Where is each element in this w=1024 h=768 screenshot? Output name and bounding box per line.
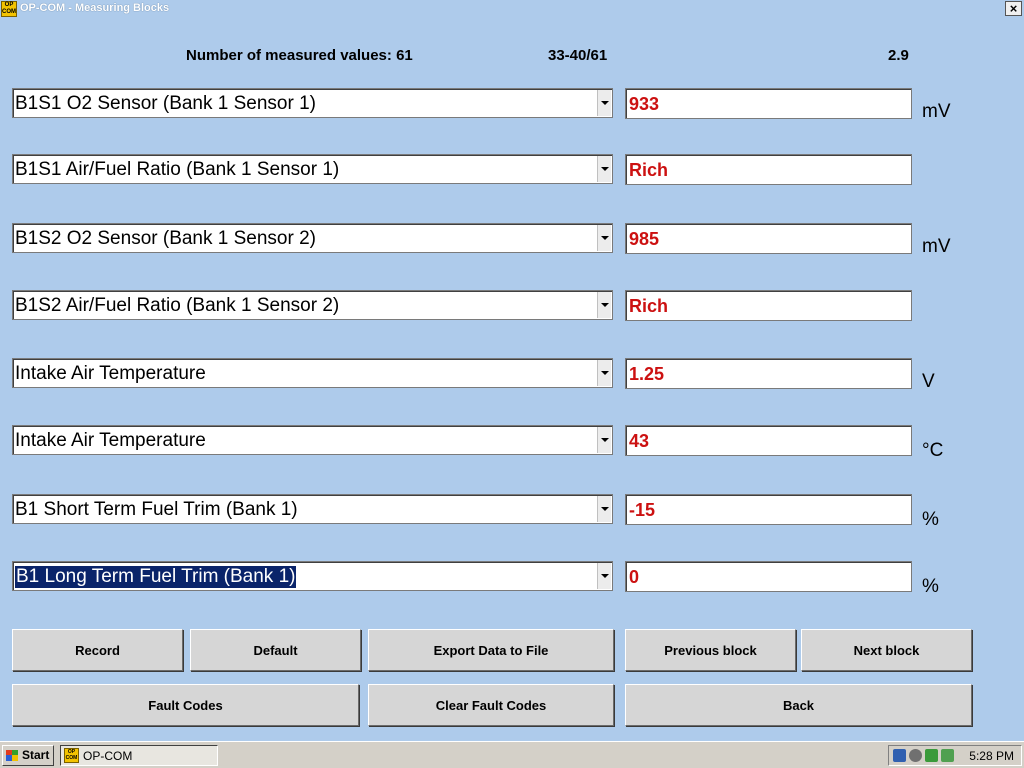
measured-value: Rich	[629, 296, 669, 316]
measuring-block-select-label: B1S2 Air/Fuel Ratio (Bank 1 Sensor 2)	[15, 295, 340, 316]
measuring-block-select-7[interactable]: B1 Short Term Fuel Trim (Bank 1)	[12, 494, 613, 524]
windows-logo-icon	[6, 750, 18, 761]
measured-value: Rich	[629, 160, 669, 180]
measuring-block-select-1[interactable]: B1S1 O2 Sensor (Bank 1 Sensor 1)	[12, 88, 613, 118]
measuring-block-select-8[interactable]: B1 Long Term Fuel Trim (Bank 1)	[12, 561, 613, 591]
dropdown-arrow-icon[interactable]	[597, 496, 611, 522]
measuring-block-select-3[interactable]: B1S2 O2 Sensor (Bank 1 Sensor 2)	[12, 223, 613, 253]
taskbar: Start OP COM OP-COM 5:28 PM	[0, 741, 1024, 768]
clear-fault-codes-button[interactable]: Clear Fault Codes	[368, 684, 614, 726]
close-window-button[interactable]: ×	[1005, 1, 1022, 16]
op-com-app-icon: OP COM	[1, 1, 17, 17]
measuring-block-select-label: B1 Long Term Fuel Trim (Bank 1)	[15, 566, 297, 588]
measured-value-field-4: Rich	[625, 290, 912, 321]
measured-value-field-1: 933	[625, 88, 912, 119]
measuring-block-select-label: B1S1 O2 Sensor (Bank 1 Sensor 1)	[15, 93, 316, 114]
network-icon[interactable]	[893, 749, 906, 762]
measured-unit-1: mV	[922, 101, 951, 122]
fault-codes-button[interactable]: Fault Codes	[12, 684, 359, 726]
taskbar-item-label: OP-COM	[83, 749, 133, 763]
dropdown-arrow-icon[interactable]	[597, 156, 611, 182]
measuring-block-select-2[interactable]: B1S1 Air/Fuel Ratio (Bank 1 Sensor 1)	[12, 154, 613, 184]
measured-value: 985	[629, 229, 660, 249]
measured-value: 43	[629, 431, 650, 451]
dropdown-arrow-icon[interactable]	[597, 563, 611, 589]
taskbar-item-op-com[interactable]: OP COM OP-COM	[60, 745, 218, 766]
export-data-button[interactable]: Export Data to File	[368, 629, 614, 671]
dropdown-arrow-icon[interactable]	[597, 360, 611, 386]
dropdown-arrow-icon[interactable]	[597, 225, 611, 251]
measured-value: 0	[629, 567, 640, 587]
dropdown-arrow-icon[interactable]	[597, 427, 611, 453]
measuring-block-select-label: Intake Air Temperature	[15, 363, 206, 384]
measured-value-field-7: -15	[625, 494, 912, 525]
dropdown-arrow-icon[interactable]	[597, 292, 611, 318]
start-button[interactable]: Start	[2, 745, 54, 766]
measuring-block-select-6[interactable]: Intake Air Temperature	[12, 425, 613, 455]
measured-values-count: Number of measured values: 61	[186, 47, 413, 64]
measured-unit-8: %	[922, 576, 939, 597]
default-button[interactable]: Default	[190, 629, 361, 671]
measured-unit-5: V	[922, 371, 935, 392]
version-number: 2.9	[888, 47, 909, 64]
measuring-block-select-label: Intake Air Temperature	[15, 430, 206, 451]
usb-icon[interactable]	[941, 749, 954, 762]
measured-value-field-6: 43	[625, 425, 912, 456]
op-com-app-icon: OP COM	[64, 748, 79, 763]
measured-value-field-5: 1.25	[625, 358, 912, 389]
volume-icon[interactable]	[909, 749, 922, 762]
block-range: 33-40/61	[548, 47, 608, 64]
measuring-block-select-5[interactable]: Intake Air Temperature	[12, 358, 613, 388]
security-icon[interactable]	[925, 749, 938, 762]
measuring-block-select-label: B1 Short Term Fuel Trim (Bank 1)	[15, 499, 298, 520]
measured-value: 933	[629, 94, 660, 114]
title-bar: OP COM OP-COM - Measuring Blocks ×	[0, 0, 1024, 18]
measuring-block-select-4[interactable]: B1S2 Air/Fuel Ratio (Bank 1 Sensor 2)	[12, 290, 613, 320]
dropdown-arrow-icon[interactable]	[597, 90, 611, 116]
system-tray: 5:28 PM	[888, 745, 1022, 766]
record-button[interactable]: Record	[12, 629, 183, 671]
measured-value: 1.25	[629, 364, 665, 384]
measured-unit-3: mV	[922, 236, 951, 257]
measured-unit-6: °C	[922, 440, 944, 461]
back-button[interactable]: Back	[625, 684, 972, 726]
measuring-block-select-label: B1S1 Air/Fuel Ratio (Bank 1 Sensor 1)	[15, 159, 340, 180]
previous-block-button[interactable]: Previous block	[625, 629, 796, 671]
window-title: OP-COM - Measuring Blocks	[20, 2, 170, 14]
measured-value-field-3: 985	[625, 223, 912, 254]
measuring-block-select-label: B1S2 O2 Sensor (Bank 1 Sensor 2)	[15, 228, 316, 249]
next-block-button[interactable]: Next block	[801, 629, 972, 671]
measured-value-field-8: 0	[625, 561, 912, 592]
start-label: Start	[22, 748, 50, 762]
measured-value-field-2: Rich	[625, 154, 912, 185]
measured-unit-7: %	[922, 509, 939, 530]
measured-value: -15	[629, 500, 656, 520]
clock[interactable]: 5:28 PM	[969, 749, 1014, 763]
